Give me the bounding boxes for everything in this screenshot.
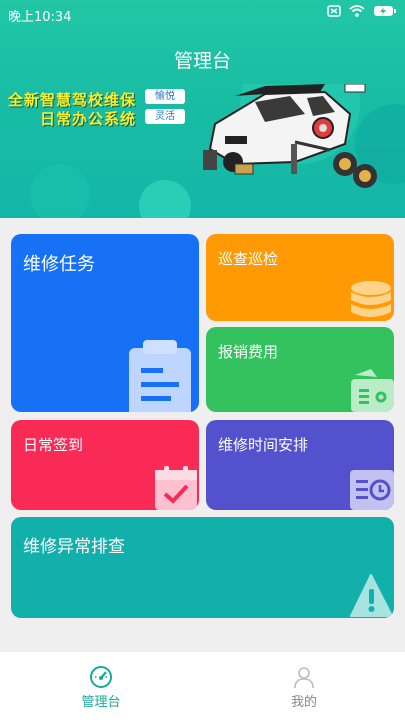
banner-headline: 全新智慧驾校维保 xyxy=(8,91,137,109)
status-time: 晚上10:34 xyxy=(8,10,72,25)
tile-reimburse[interactable]: 报销费用 xyxy=(206,327,394,412)
tile-label: 维修任务 xyxy=(23,254,95,275)
page-title: 管理台 xyxy=(173,50,231,72)
wifi-icon xyxy=(349,5,365,17)
nav-label-mine: 我的 xyxy=(290,695,317,710)
tile-label: 维修异常排查 xyxy=(23,537,125,557)
sim-icon xyxy=(327,5,341,17)
bottom-nav: 管理台 我的 xyxy=(0,652,405,720)
wallet-icon xyxy=(351,369,394,412)
database-icon xyxy=(351,281,391,317)
tile-label: 报销费用 xyxy=(218,343,279,361)
status-icons xyxy=(327,5,397,17)
clipboard-icon xyxy=(129,340,191,412)
tile-schedule[interactable]: 维修时间安排 xyxy=(206,420,394,510)
tile-patrol[interactable]: 巡查巡检 xyxy=(206,234,394,321)
gauge-icon xyxy=(90,666,112,688)
clock-card-icon xyxy=(350,470,394,510)
promo-banner[interactable]: 全新智慧驾校维保 日常办公系统 愉悦 灵活 xyxy=(0,84,405,218)
user-icon xyxy=(294,667,314,689)
nav-item-admin[interactable]: 管理台 xyxy=(0,652,202,720)
nav-label-admin: 管理台 xyxy=(81,695,121,710)
tile-label: 巡查巡检 xyxy=(218,250,279,268)
banner-subheadline: 日常办公系统 xyxy=(40,110,137,128)
battery-icon xyxy=(374,6,396,16)
warning-icon xyxy=(350,574,393,617)
tile-checkin[interactable]: 日常签到 xyxy=(11,420,199,510)
car-repair-illustration xyxy=(203,84,377,188)
calendar-check-icon xyxy=(155,466,197,510)
banner-tag-1: 愉悦 xyxy=(145,89,185,104)
banner-tag-2: 灵活 xyxy=(145,109,185,124)
tile-label: 日常签到 xyxy=(23,436,84,454)
status-bar: 晚上10:34 xyxy=(0,0,405,26)
tile-repair-task[interactable]: 维修任务 xyxy=(11,234,199,412)
nav-item-mine[interactable]: 我的 xyxy=(203,652,405,720)
tile-anomaly[interactable]: 维修异常排查 xyxy=(11,517,394,618)
tile-label: 维修时间安排 xyxy=(218,436,309,454)
header: 晚上10:34 管理台 全新智慧驾校维保 日常办公系统 愉悦 灵活 xyxy=(0,0,405,218)
